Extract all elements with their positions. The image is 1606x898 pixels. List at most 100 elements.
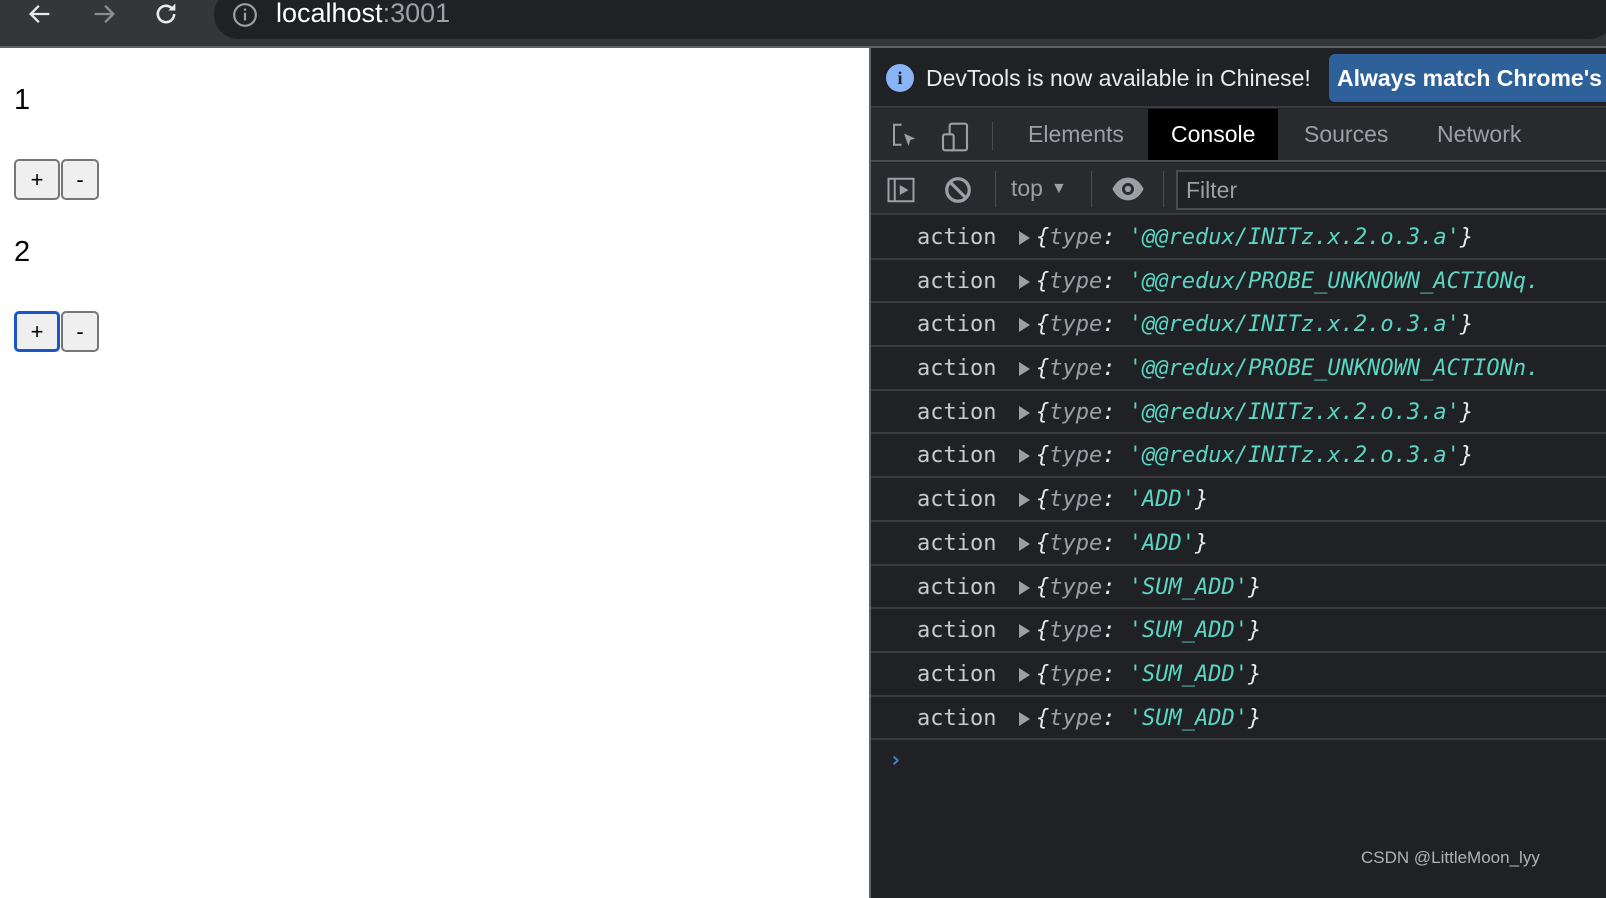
- object-close-brace: }: [1247, 618, 1262, 644]
- object-value: 'SUM_ADD': [1128, 661, 1248, 687]
- object-value: '@@redux/INITz.x.2.o.3.a': [1128, 312, 1460, 338]
- object-key: type: [1049, 574, 1103, 600]
- decrement-button-1[interactable]: -: [61, 159, 99, 200]
- object-close-brace: }: [1194, 487, 1209, 513]
- tab-elements[interactable]: Elements: [1005, 109, 1147, 160]
- console-log-row: action {type: '@@redux/INITz.x.2.o.3.a'}: [871, 434, 1606, 479]
- log-label: action: [917, 443, 997, 469]
- log-object[interactable]: {type: '@@redux/INITz.x.2.o.3.a'}: [1036, 225, 1473, 250]
- increment-button-2[interactable]: +: [14, 311, 60, 352]
- forward-arrow-icon: [94, 5, 115, 23]
- object-key: type: [1049, 487, 1103, 513]
- log-object[interactable]: {type: 'SUM_ADD'}: [1036, 706, 1261, 731]
- object-key: type: [1049, 225, 1103, 250]
- tab-sources[interactable]: Sources: [1281, 109, 1411, 160]
- counter-value-1: 1: [14, 84, 31, 116]
- expand-triangle-icon[interactable]: [1019, 711, 1030, 726]
- console-log-row: action {type: '@@redux/INITz.x.2.o.3.a'}: [871, 303, 1606, 348]
- object-close-brace: }: [1247, 574, 1262, 600]
- object-close-brace: }: [1459, 399, 1474, 425]
- expand-triangle-icon[interactable]: [1019, 580, 1030, 595]
- clear-console-icon[interactable]: [943, 175, 973, 205]
- object-value: '@@redux/INITz.x.2.o.3.a': [1128, 443, 1460, 469]
- watermark: CSDN @LittleMoon_lyy: [1361, 848, 1540, 867]
- object-key: type: [1049, 618, 1103, 644]
- object-key: type: [1049, 312, 1103, 338]
- object-value: '@@redux/INITz.x.2.o.3.a': [1128, 225, 1460, 250]
- always-match-language-button[interactable]: Always match Chrome's language: [1329, 54, 1606, 102]
- expand-triangle-icon[interactable]: [1019, 274, 1030, 289]
- decrement-button-2[interactable]: -: [61, 311, 99, 352]
- log-object[interactable]: {type: 'SUM_ADD'}: [1036, 618, 1261, 643]
- object-key: type: [1049, 530, 1103, 556]
- log-object[interactable]: {type: 'ADD'}: [1036, 531, 1208, 556]
- log-label: action: [917, 225, 997, 250]
- log-object[interactable]: {type: 'ADD'}: [1036, 487, 1208, 512]
- tab-network[interactable]: Network: [1414, 109, 1544, 160]
- log-object[interactable]: {type: 'SUM_ADD'}: [1036, 575, 1261, 600]
- expand-triangle-icon[interactable]: [1019, 405, 1030, 420]
- language-banner: i DevTools is now available in Chinese! …: [871, 48, 1606, 108]
- object-close-brace: }: [1459, 225, 1474, 250]
- log-label: action: [917, 661, 997, 687]
- browser-toolbar: localhost:3001: [0, 0, 1606, 40]
- forward-button[interactable]: [84, 0, 124, 34]
- console-log-row: action {type: 'SUM_ADD'}: [871, 653, 1606, 697]
- increment-button-1[interactable]: +: [14, 159, 60, 200]
- inspect-element-icon[interactable]: [889, 121, 919, 151]
- log-label: action: [917, 356, 997, 382]
- context-selector[interactable]: top ▼: [1011, 175, 1067, 202]
- object-value: '@@redux/INITz.x.2.o.3.a': [1128, 399, 1460, 425]
- url-port: :3001: [382, 0, 451, 28]
- log-label: action: [917, 574, 997, 600]
- reload-icon: [156, 3, 176, 24]
- address-bar[interactable]: localhost:3001: [214, 0, 1606, 39]
- back-button[interactable]: [20, 0, 60, 34]
- context-label: top: [1011, 175, 1043, 201]
- console-log-row: action {type: 'SUM_ADD'}: [871, 697, 1606, 741]
- page-content: 1 + - 2 + -: [0, 48, 869, 898]
- expand-triangle-icon[interactable]: [1019, 493, 1030, 508]
- object-key: type: [1049, 399, 1103, 425]
- log-object[interactable]: {type: '@@redux/INITz.x.2.o.3.a'}: [1036, 400, 1473, 425]
- log-label: action: [917, 399, 997, 425]
- expand-triangle-icon[interactable]: [1019, 449, 1030, 464]
- expand-triangle-icon[interactable]: [1019, 536, 1030, 551]
- object-value: 'ADD': [1128, 487, 1195, 513]
- toolbar-separator: [992, 122, 993, 150]
- expand-triangle-icon[interactable]: [1019, 362, 1030, 377]
- log-object[interactable]: {type: '@@redux/PROBE_UNKNOWN_ACTIONq.: [1036, 269, 1539, 294]
- object-value: 'SUM_ADD': [1128, 574, 1248, 600]
- reload-button[interactable]: [146, 0, 186, 34]
- devtools-panel: i DevTools is now available in Chinese! …: [869, 48, 1606, 898]
- console-prompt-icon[interactable]: ›: [889, 748, 902, 773]
- log-label: action: [917, 487, 997, 513]
- object-value: 'SUM_ADD': [1128, 705, 1248, 731]
- counter-1-buttons: + -: [14, 159, 99, 200]
- log-object[interactable]: {type: '@@redux/INITz.x.2.o.3.a'}: [1036, 312, 1473, 337]
- info-icon[interactable]: [232, 2, 258, 28]
- device-toolbar-icon[interactable]: [939, 121, 971, 153]
- log-object[interactable]: {type: '@@redux/PROBE_UNKNOWN_ACTIONn.: [1036, 356, 1539, 381]
- log-object[interactable]: {type: 'SUM_ADD'}: [1036, 662, 1261, 687]
- console-log-row: action {type: 'ADD'}: [871, 522, 1606, 566]
- log-object[interactable]: {type: '@@redux/INITz.x.2.o.3.a'}: [1036, 443, 1473, 468]
- expand-triangle-icon[interactable]: [1019, 624, 1030, 639]
- expand-triangle-icon[interactable]: [1019, 231, 1030, 245]
- console-filter-input[interactable]: [1176, 170, 1606, 210]
- show-sidebar-icon[interactable]: [886, 175, 916, 205]
- console-log-row: action {type: 'SUM_ADD'}: [871, 609, 1606, 653]
- toolbar-divider: [0, 40, 1606, 48]
- url-text: localhost:3001: [276, 0, 450, 29]
- back-arrow-icon: [29, 5, 50, 23]
- expand-triangle-icon[interactable]: [1019, 318, 1030, 333]
- expand-triangle-icon[interactable]: [1019, 667, 1030, 682]
- console-log-row: action {type: '@@redux/PROBE_UNKNOWN_ACTI…: [871, 347, 1606, 391]
- tab-console[interactable]: Console: [1148, 109, 1279, 160]
- url-host: localhost: [276, 0, 383, 28]
- log-label: action: [917, 618, 997, 644]
- object-key: type: [1049, 268, 1103, 294]
- object-key: type: [1049, 443, 1103, 469]
- console-log-list: action {type: '@@redux/INITz.x.2.o.3.a'} a…: [871, 216, 1606, 741]
- live-expression-eye-icon[interactable]: [1111, 176, 1145, 202]
